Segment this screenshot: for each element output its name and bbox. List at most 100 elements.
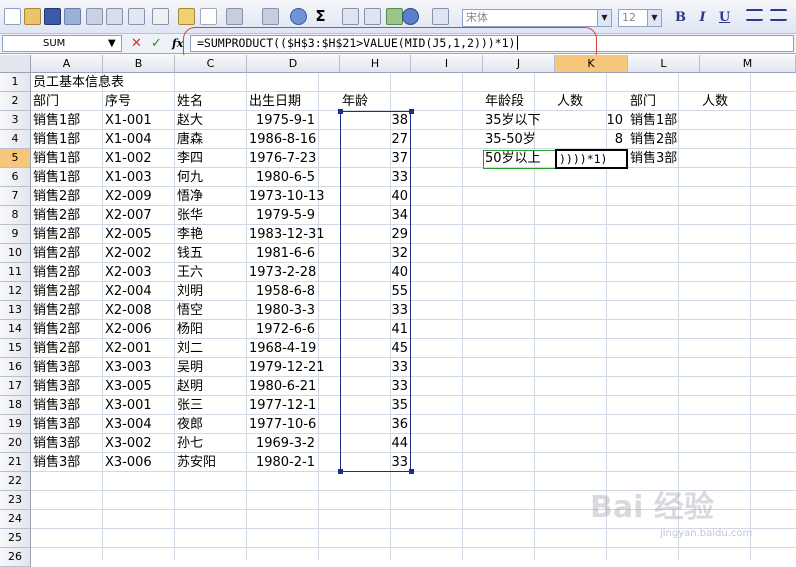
row-header-13[interactable]: 13	[0, 301, 31, 320]
font-name-dropdown-icon[interactable]: ▼	[597, 10, 611, 26]
column-header-h[interactable]: H	[340, 55, 411, 73]
row-header-8[interactable]: 8	[0, 206, 31, 225]
table-cell-birth: 1972-6-6	[255, 322, 315, 337]
autosum-icon[interactable]: Σ	[312, 8, 329, 25]
table-cell-dept: 销售2部	[33, 284, 81, 299]
row-header-3[interactable]: 3	[0, 111, 31, 130]
font-size-combo[interactable]: 12 ▼	[618, 9, 662, 27]
paste-icon[interactable]	[178, 8, 195, 25]
formula-bar: SUM ▼ ✕ ✓ fx =SUMPRODUCT(($H$3:$H$21>VAL…	[0, 34, 796, 54]
table-cell-name: 夜郎	[177, 417, 204, 432]
table-cell-age: 36	[391, 417, 408, 432]
row-header-4[interactable]: 4	[0, 130, 31, 149]
table-cell-name: 苏安阳	[177, 455, 217, 470]
align-center-icon[interactable]	[770, 9, 787, 21]
redo-icon[interactable]	[262, 8, 279, 25]
table-cell-birth: 1986-8-16	[249, 132, 317, 147]
align-left-icon[interactable]	[746, 9, 763, 21]
row-header-24[interactable]: 24	[0, 510, 31, 529]
table-cell-dept: 销售1部	[33, 170, 81, 185]
sort-ascending-icon[interactable]	[342, 8, 359, 25]
column-header-i[interactable]: I	[411, 55, 483, 73]
row-header-7[interactable]: 7	[0, 187, 31, 206]
row-header-9[interactable]: 9	[0, 225, 31, 244]
cut-icon[interactable]	[152, 8, 169, 25]
bold-button[interactable]: B	[672, 9, 689, 26]
row-header-23[interactable]: 23	[0, 491, 31, 510]
row-header-15[interactable]: 15	[0, 339, 31, 358]
table-cell-name: 何九	[177, 170, 204, 185]
table-cell-age: 35	[391, 398, 408, 413]
name-box-value: SUM	[43, 38, 66, 49]
row-header-14[interactable]: 14	[0, 320, 31, 339]
insert-function-icon[interactable]: fx	[172, 36, 183, 52]
range-handle-top-left[interactable]	[338, 109, 343, 114]
enter-formula-icon[interactable]: ✓	[151, 36, 162, 52]
italic-button[interactable]: I	[694, 9, 711, 26]
formula-input[interactable]: =SUMPRODUCT(($H$3:$H$21>VALUE(MID(J5,1,2…	[190, 35, 794, 52]
row-header-22[interactable]: 22	[0, 472, 31, 491]
sort-descending-icon[interactable]	[364, 8, 381, 25]
summary-header-count: 人数	[557, 94, 584, 109]
row-header-16[interactable]: 16	[0, 358, 31, 377]
permission-icon[interactable]	[64, 8, 81, 25]
save-icon[interactable]	[44, 8, 61, 25]
help-icon[interactable]	[402, 8, 419, 25]
font-size-value: 12	[622, 11, 636, 24]
row-header-25[interactable]: 25	[0, 529, 31, 548]
cancel-formula-icon[interactable]: ✕	[131, 36, 142, 52]
select-all-corner[interactable]	[0, 55, 31, 73]
range-handle-bottom-right[interactable]	[409, 469, 414, 474]
table-cell-birth: 1976-7-23	[249, 151, 317, 166]
column-header-m[interactable]: M	[700, 55, 796, 73]
print-icon[interactable]	[86, 8, 103, 25]
table-cell-age: 40	[391, 265, 408, 280]
underline-button[interactable]: U	[716, 9, 733, 26]
name-box[interactable]: SUM	[2, 35, 122, 52]
column-header-d[interactable]: D	[247, 55, 340, 73]
table-cell-name: 王六	[177, 265, 204, 280]
table-cell-name: 张三	[177, 398, 204, 413]
column-header-c[interactable]: C	[175, 55, 247, 73]
column-header-b[interactable]: B	[103, 55, 175, 73]
font-name-combo[interactable]: 宋体 ▼	[462, 9, 612, 27]
table-cell-birth: 1980-6-5	[255, 170, 315, 185]
format-painter-icon[interactable]	[200, 8, 217, 25]
font-size-dropdown-icon[interactable]: ▼	[647, 10, 661, 26]
new-file-icon[interactable]	[4, 8, 21, 25]
column-header-a[interactable]: A	[31, 55, 103, 73]
spelling-icon[interactable]	[128, 8, 145, 25]
table-cell-seq: X3-002	[105, 436, 152, 451]
column-header-k[interactable]: K	[555, 55, 628, 73]
watermark: Bai 经验	[590, 490, 714, 525]
row-header-11[interactable]: 11	[0, 263, 31, 282]
name-box-dropdown-icon[interactable]: ▼	[108, 36, 116, 52]
row-header-17[interactable]: 17	[0, 377, 31, 396]
chart-icon[interactable]	[386, 8, 403, 25]
print-preview-icon[interactable]	[106, 8, 123, 25]
row-header-18[interactable]: 18	[0, 396, 31, 415]
row-header-26[interactable]: 26	[0, 548, 31, 567]
range-handle-top-right[interactable]	[409, 109, 414, 114]
table-cell-dept: 销售2部	[33, 246, 81, 261]
header-dept: 部门	[33, 94, 60, 109]
zoom-icon[interactable]	[432, 8, 449, 25]
hyperlink-icon[interactable]	[290, 8, 307, 25]
row-header-1[interactable]: 1	[0, 73, 31, 92]
row-header-10[interactable]: 10	[0, 244, 31, 263]
column-header-l[interactable]: L	[628, 55, 700, 73]
row-header-20[interactable]: 20	[0, 434, 31, 453]
undo-icon[interactable]	[226, 8, 243, 25]
range-handle-bottom-left[interactable]	[338, 469, 343, 474]
row-header-5[interactable]: 5	[0, 149, 31, 168]
row-header-21[interactable]: 21	[0, 453, 31, 472]
table-cell-age: 38	[391, 113, 408, 128]
row-header-2[interactable]: 2	[0, 92, 31, 111]
column-header-j[interactable]: J	[483, 55, 555, 73]
table-cell-birth: 1969-3-2	[255, 436, 315, 451]
row-header-19[interactable]: 19	[0, 415, 31, 434]
row-header-6[interactable]: 6	[0, 168, 31, 187]
row-header-12[interactable]: 12	[0, 282, 31, 301]
active-cell-k5[interactable]: ))))*1)	[555, 149, 628, 169]
open-folder-icon[interactable]	[24, 8, 41, 25]
